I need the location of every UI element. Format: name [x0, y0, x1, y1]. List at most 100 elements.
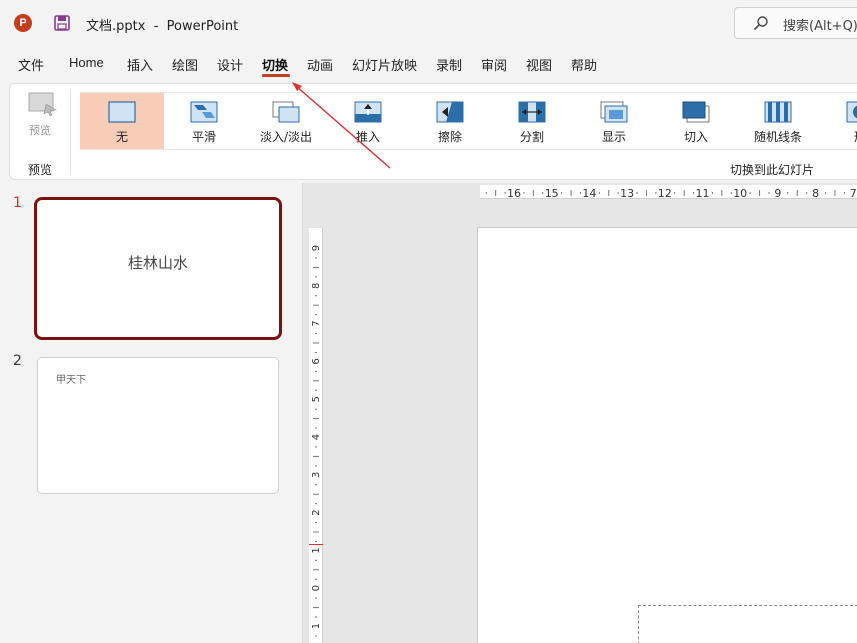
- tab-help[interactable]: 帮助: [571, 55, 597, 74]
- ruler-label: 11: [696, 187, 710, 200]
- transition-label: 随机线条: [753, 130, 802, 144]
- transition-reveal[interactable]: 显示: [572, 93, 656, 149]
- ruler-tick: [485, 192, 487, 194]
- window-title: 文档.pptx - PowerPoint: [86, 15, 238, 34]
- tab-draw[interactable]: 绘图: [172, 55, 198, 74]
- ribbon: 预览 预览 无 平滑 淡入/淡出 推入 擦除 分割 显示 切入 随机线条 切换到…: [9, 83, 857, 180]
- transition-fade[interactable]: 淡入/淡出: [244, 93, 328, 149]
- transition-shape[interactable]: 形: [818, 93, 857, 149]
- random-bars-transition-icon: [764, 101, 792, 123]
- transition-label: 擦除: [437, 130, 462, 144]
- tab-transitions[interactable]: 切换: [262, 55, 288, 74]
- transition-label: 淡入/淡出: [259, 130, 313, 144]
- ruler-tick: [570, 190, 572, 196]
- ruler-label: 7: [850, 187, 857, 200]
- ruler-tick: [313, 607, 319, 609]
- application-name: PowerPoint: [166, 19, 239, 34]
- slide-number: 2: [13, 353, 22, 369]
- slide-thumbnail-1[interactable]: 桂林山水: [34, 197, 282, 340]
- tab-view[interactable]: 视图: [526, 55, 552, 74]
- ruler-tick: [561, 192, 563, 194]
- tab-slideshow[interactable]: 幻灯片放映: [352, 55, 417, 74]
- ruler-tick: [313, 455, 319, 457]
- ruler-label: 8: [311, 283, 322, 289]
- ruler-tick: [315, 522, 317, 524]
- ruler-label: 3: [311, 472, 322, 478]
- ruler-tick: [315, 578, 317, 580]
- search-placeholder: 搜索(Alt+Q): [783, 19, 857, 34]
- tab-home[interactable]: Home: [69, 55, 104, 70]
- transitions-group-label: 切换到此幻灯片: [730, 163, 815, 177]
- transition-split[interactable]: 分割: [490, 93, 574, 149]
- ruler-tick: [315, 314, 317, 316]
- ruler-tick: [674, 192, 676, 194]
- ruler-tick: [315, 276, 317, 278]
- ruler-label: 5: [311, 396, 322, 402]
- ruler-label: 16: [507, 187, 521, 200]
- ruler-tick: [315, 295, 317, 297]
- ruler-tick: [315, 597, 317, 599]
- ruler-tick: [313, 493, 319, 495]
- shape-transition-icon: [846, 101, 857, 123]
- transition-label: 推入: [355, 130, 380, 144]
- title-bar: P 文档.pptx - PowerPoint 搜索(Alt+Q): [0, 0, 857, 46]
- ruler-tick: [579, 192, 581, 194]
- transition-label: 无: [115, 130, 128, 144]
- ruler-label: 1: [311, 547, 322, 553]
- ruler-tick: [711, 192, 713, 194]
- ruler-label: 4: [311, 434, 322, 440]
- ruler-tick: [825, 192, 827, 194]
- fade-transition-icon: [272, 101, 300, 123]
- title-separator: -: [153, 19, 159, 34]
- ruler-tick: [315, 427, 317, 429]
- reveal-transition-icon: [600, 101, 628, 123]
- split-transition-icon: [518, 101, 546, 123]
- ruler-tick: [315, 616, 317, 618]
- transition-label: 切入: [683, 130, 708, 144]
- text-placeholder[interactable]: [638, 605, 857, 643]
- document-filename: 文档.pptx: [86, 19, 146, 34]
- transition-none[interactable]: 无: [80, 93, 164, 149]
- tab-design[interactable]: 设计: [217, 55, 243, 74]
- transition-cut[interactable]: 切入: [654, 93, 738, 149]
- ruler-label: 15: [545, 187, 559, 200]
- ruler-label: 0: [311, 585, 322, 591]
- ribbon-separator: [70, 90, 71, 174]
- slide-thumbnail-text: 桂林山水: [127, 254, 188, 272]
- transition-label: 分割: [519, 130, 544, 144]
- transition-morph[interactable]: 平滑: [162, 93, 246, 149]
- ruler-tick: [315, 465, 317, 467]
- tab-insert[interactable]: 插入: [127, 55, 153, 74]
- transition-push[interactable]: 推入: [326, 93, 410, 149]
- ruler-tick: [843, 192, 845, 194]
- tab-file[interactable]: 文件: [18, 55, 44, 74]
- transition-label: 形: [818, 128, 857, 145]
- ruler-tick: [523, 192, 525, 194]
- ruler-label: 2: [311, 509, 322, 515]
- ruler-label: 12: [658, 187, 672, 200]
- save-icon[interactable]: [54, 15, 70, 31]
- ruler-tick: [749, 192, 751, 194]
- ruler-tick: [315, 351, 317, 353]
- slide-canvas[interactable]: [477, 227, 857, 643]
- ruler-tick: [315, 484, 317, 486]
- slide-thumbnail-2[interactable]: 甲天下: [37, 357, 279, 494]
- powerpoint-logo-icon: P: [14, 14, 32, 32]
- transition-wipe[interactable]: 擦除: [408, 93, 492, 149]
- search-box[interactable]: 搜索(Alt+Q): [734, 7, 857, 39]
- ruler-label: 8: [812, 187, 819, 200]
- ruler-tick: [313, 380, 319, 382]
- tab-record[interactable]: 录制: [436, 55, 462, 74]
- preview-group-label: 预览: [28, 163, 53, 177]
- preview-button[interactable]: 预览: [24, 90, 60, 140]
- ruler-tick: [768, 192, 770, 194]
- ruler-tick: [313, 266, 319, 268]
- ruler-label: 9: [311, 245, 322, 251]
- transition-random-bars[interactable]: 随机线条: [736, 93, 820, 149]
- wipe-transition-icon: [436, 101, 464, 123]
- tab-review[interactable]: 审阅: [481, 55, 507, 74]
- preview-button-label: 预览: [29, 124, 51, 137]
- tab-animations[interactable]: 动画: [307, 55, 333, 74]
- ruler-tick: [313, 418, 319, 420]
- horizontal-ruler: 16 15 14 13 12 11 10 9 8 7: [480, 185, 857, 200]
